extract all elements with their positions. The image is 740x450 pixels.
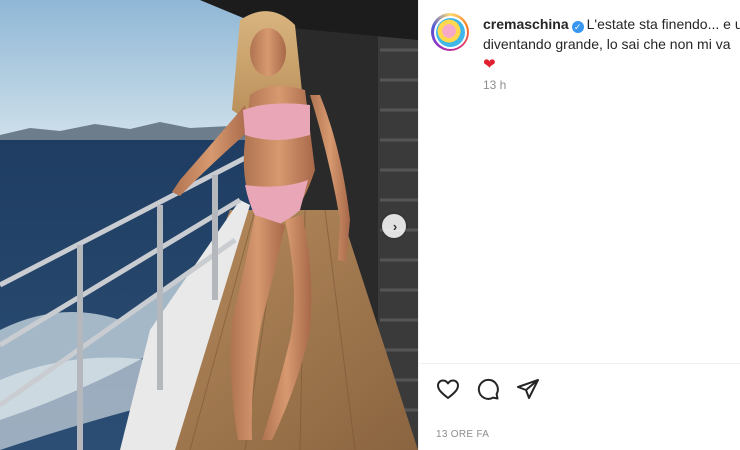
post-timestamp[interactable]: 13 ORE FA	[436, 429, 489, 440]
caption-text-line1: L'estate sta finendo... e un	[586, 16, 740, 32]
post-info-panel: cremaschina ✓ L'estate sta finendo... e un…	[418, 0, 740, 450]
heart-icon	[437, 379, 459, 399]
caption-text-line2: diventando grande, lo sai che non mi va	[483, 36, 731, 52]
share-icon	[517, 379, 539, 399]
relative-time[interactable]: 13 h	[483, 78, 506, 92]
comment-button[interactable]	[475, 376, 501, 402]
post-caption: cremaschina ✓ L'estate sta finendo... e un…	[483, 14, 740, 74]
username-link[interactable]: cremaschina	[483, 16, 569, 32]
avatar[interactable]	[431, 13, 469, 51]
comment-icon	[477, 378, 499, 400]
like-button[interactable]	[435, 376, 461, 402]
verified-badge-icon: ✓	[571, 21, 584, 33]
action-bar	[435, 376, 541, 402]
yacht-deck-photo	[0, 0, 418, 450]
chevron-right-icon: ›	[392, 218, 398, 234]
share-button[interactable]	[515, 376, 541, 402]
post-photo[interactable]: ›	[0, 0, 418, 450]
avatar-image	[435, 17, 465, 47]
instagram-post: › cremaschina ✓ L'estate sta finendo... e …	[0, 0, 740, 450]
red-heart-emoji: ❤	[483, 56, 496, 73]
next-photo-button[interactable]: ›	[382, 214, 406, 238]
divider	[419, 363, 740, 364]
